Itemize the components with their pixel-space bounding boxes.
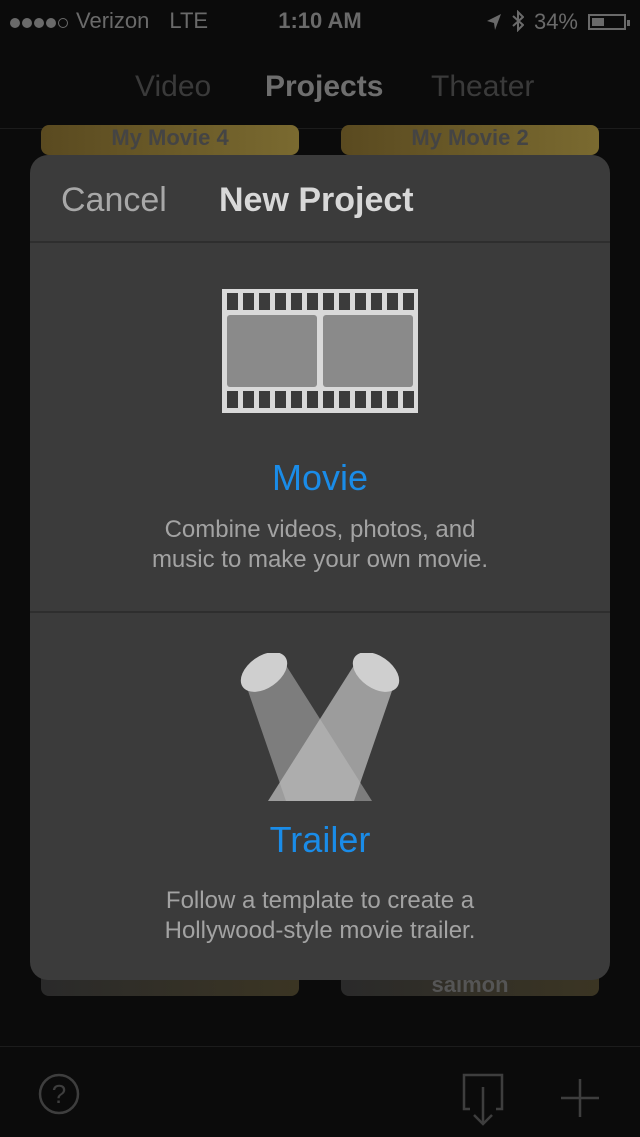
film-strip-icon [222,289,418,413]
status-right: 34% [486,8,630,36]
new-project-sheet: Cancel New Project Movie Combine videos,… [30,155,610,980]
movie-option-description-line2: music to make your own movie. [151,546,489,573]
plus-icon [561,1079,599,1117]
trailer-option-label: Trailer [269,819,371,860]
sheet-header: Cancel New Project [30,155,610,243]
battery-percent: 34% [533,9,578,34]
trailer-option[interactable]: Trailer Follow a template to create a Ho… [30,613,610,980]
sheet-title: New Project [219,181,414,219]
cancel-button[interactable]: Cancel [61,181,167,220]
import-button[interactable] [462,1073,504,1129]
nav-bar: Video Projects Theater [0,40,640,129]
trailer-option-description-line1: Follow a template to create a [165,887,475,914]
battery-icon [588,14,630,30]
movie-option-label: Movie [271,457,369,498]
trailer-option-description-line2: Hollywood-style movie trailer. [164,917,476,944]
project-thumbnail[interactable]: My Movie 2 [341,125,599,155]
question-mark-icon: ? [38,1073,80,1115]
bluetooth-icon [512,8,525,36]
movie-option[interactable]: Movie Combine videos, photos, and music … [30,243,610,613]
add-project-button[interactable] [559,1077,601,1119]
movie-option-description-line1: Combine videos, photos, and [164,516,476,543]
tab-video[interactable]: Video [135,70,211,104]
project-thumbnail[interactable]: My Movie 4 [41,125,299,155]
spotlights-icon [240,653,400,801]
tab-projects[interactable]: Projects [265,70,383,104]
svg-text:?: ? [52,1079,66,1109]
download-tray-icon [462,1073,504,1126]
bottom-toolbar: ? [0,1046,640,1137]
status-bar: Verizon LTE 1:10 AM 34% [0,0,640,40]
tab-theater[interactable]: Theater [431,70,534,104]
location-icon [486,9,502,35]
help-button[interactable]: ? [38,1073,80,1115]
